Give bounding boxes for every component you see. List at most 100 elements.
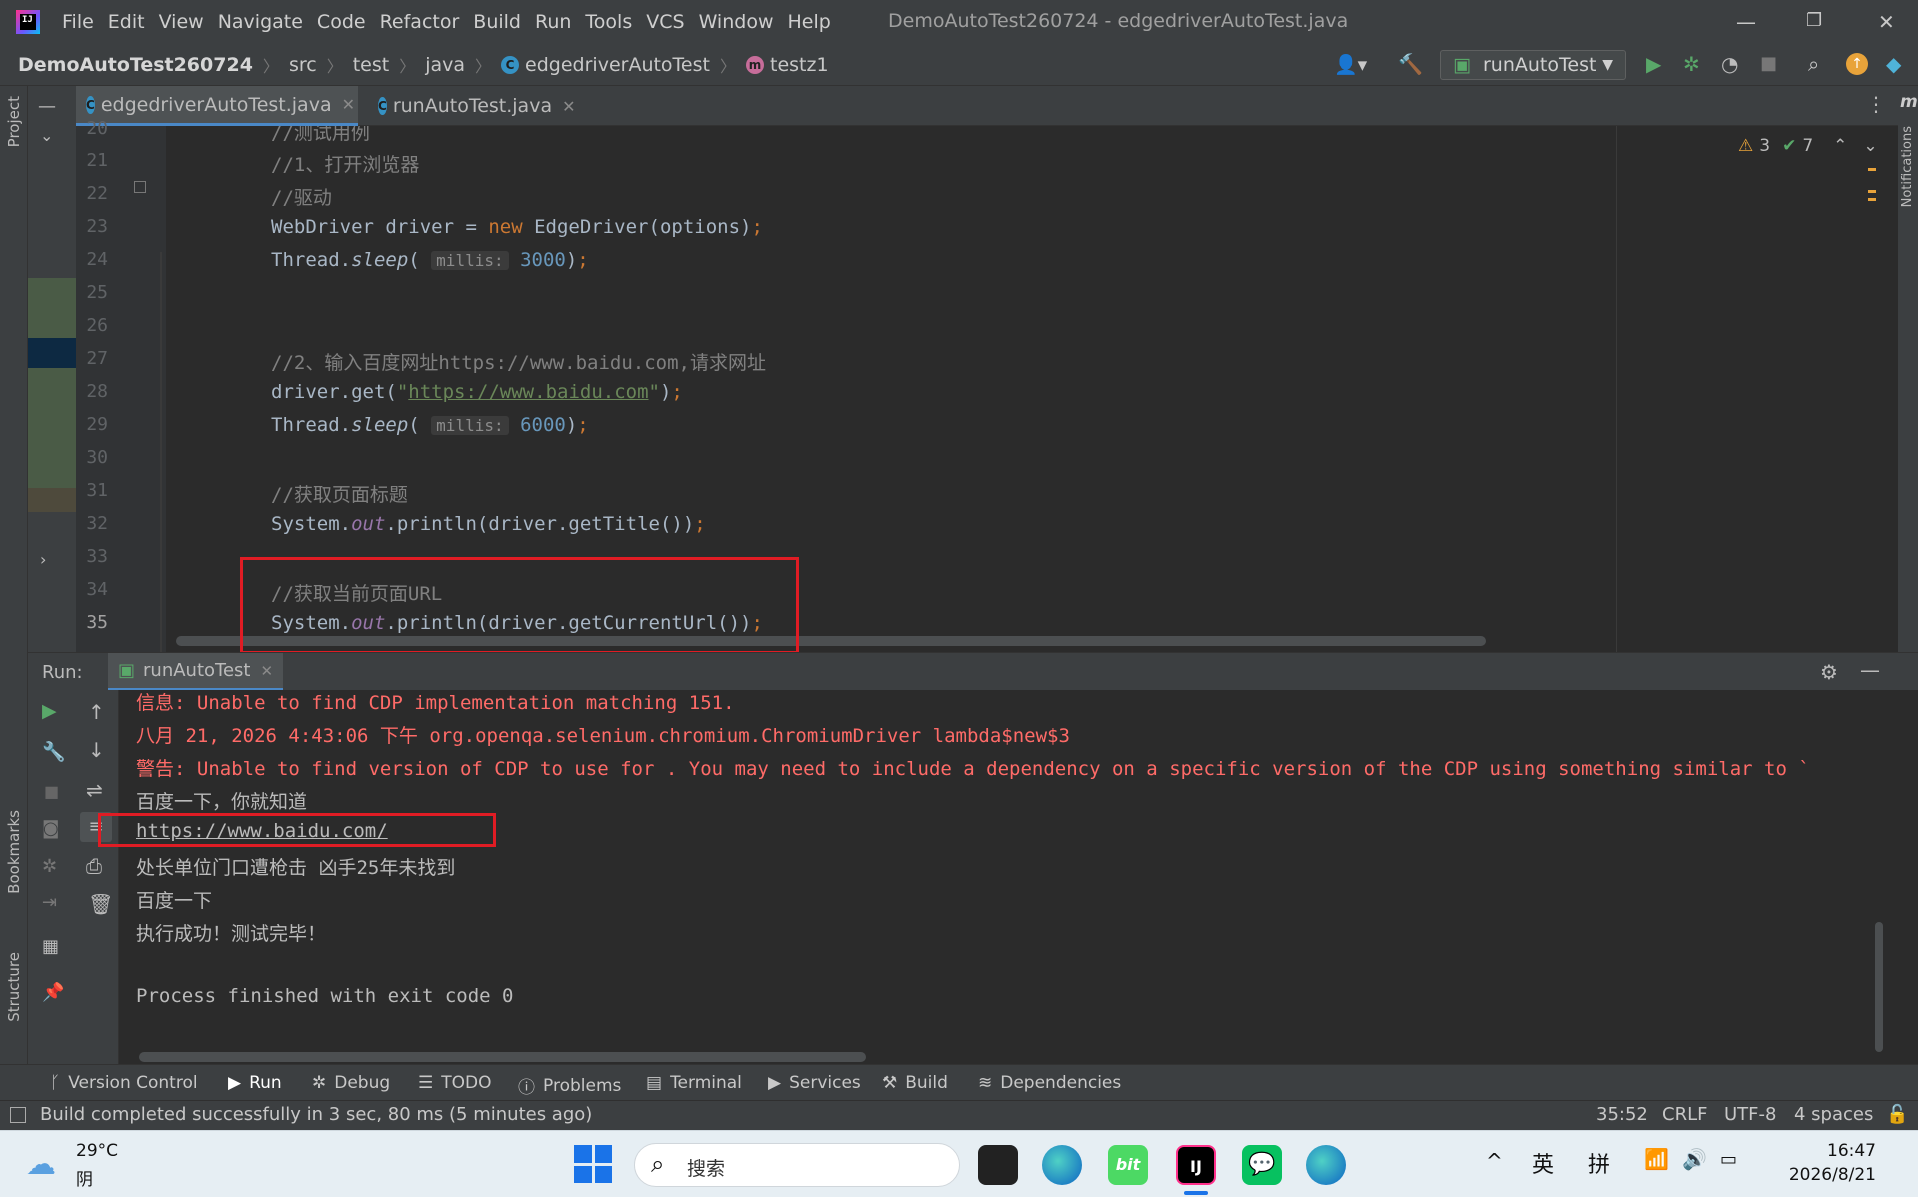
ime-mode[interactable]: 拼 <box>1588 1147 1610 1179</box>
plugin-icon[interactable]: ◆ <box>1886 52 1901 76</box>
taskbar-search[interactable]: ⌕ 搜索 <box>634 1143 960 1187</box>
tab-build[interactable]: ⚒ Build <box>882 1073 948 1093</box>
file-encoding[interactable]: UTF-8 <box>1724 1104 1776 1125</box>
rerun-icon[interactable]: ▶ <box>42 700 57 722</box>
pin-icon[interactable]: 📌 <box>42 982 64 1003</box>
tab-run-output[interactable]: ▣ runAutoTest ✕ <box>108 653 284 691</box>
wrench-icon[interactable]: 🔧 <box>42 740 66 763</box>
minimize-panel-icon[interactable]: — <box>38 96 56 117</box>
menu-item-run[interactable]: Run <box>535 11 571 33</box>
chevron-right-icon[interactable]: › <box>40 550 46 569</box>
vertical-scrollbar[interactable] <box>1875 922 1883 1052</box>
menu-item-refactor[interactable]: Refactor <box>380 11 460 33</box>
cloud-icon[interactable]: ☁ <box>26 1147 56 1182</box>
warning-marker[interactable] <box>1868 190 1876 193</box>
tab-problems[interactable]: ⓘ Problems <box>518 1073 621 1099</box>
stop-icon[interactable]: ■ <box>44 782 59 801</box>
chevron-down-icon[interactable]: ⌄ <box>1863 136 1876 156</box>
print-icon[interactable]: ⎙ <box>86 854 102 878</box>
menu-item-navigate[interactable]: Navigate <box>218 11 303 33</box>
breadcrumb-test[interactable]: test <box>353 54 390 76</box>
update-icon[interactable]: ↑ <box>1846 53 1868 75</box>
menu-item-vcs[interactable]: VCS <box>646 11 684 33</box>
caret-position[interactable]: 35:52 <box>1596 1104 1648 1125</box>
intellij-taskbar-icon[interactable]: IJ <box>1176 1145 1216 1185</box>
breadcrumb-project[interactable]: DemoAutoTest260724 <box>18 54 253 76</box>
lock-icon[interactable]: 🔓 <box>1886 1104 1908 1125</box>
panel-toggle-icon[interactable] <box>10 1107 26 1123</box>
build-hammer-icon[interactable]: 🔨 <box>1398 52 1423 76</box>
tab-edgedriverautotest[interactable]: C edgedriverAutoTest.java ✕ <box>76 86 358 126</box>
minimize-panel-icon[interactable]: — <box>1860 658 1880 682</box>
maven-icon[interactable]: m <box>1900 92 1918 112</box>
bit-app-icon[interactable]: bit <box>1108 1145 1148 1185</box>
menu-item-build[interactable]: Build <box>473 11 521 33</box>
clock-date[interactable]: 2026/8/21 <box>1768 1165 1876 1185</box>
weather-desc[interactable]: 阴 <box>76 1165 93 1190</box>
string-url[interactable]: https://www.baidu.com <box>408 381 648 403</box>
layout-icon[interactable]: ▦ <box>42 936 59 957</box>
edge-browser-icon[interactable] <box>1306 1145 1346 1185</box>
camera-icon[interactable]: ◙ <box>42 818 59 839</box>
chevron-down-icon[interactable]: ⌄ <box>40 126 53 145</box>
console-output[interactable]: 信息: Unable to find CDP implementation ma… <box>119 690 1899 1064</box>
menu-item-edit[interactable]: Edit <box>108 11 145 33</box>
breadcrumb-java[interactable]: java <box>425 54 465 76</box>
debug-icon[interactable]: ✲ <box>1683 52 1700 76</box>
tab-run[interactable]: ▶ Run <box>228 1073 282 1093</box>
weather-temp[interactable]: 29°C <box>76 1141 118 1161</box>
ime-language[interactable]: 英 <box>1532 1147 1554 1179</box>
tab-services[interactable]: ▶ Services <box>768 1073 861 1093</box>
coverage-icon[interactable]: ◔ <box>1721 52 1738 76</box>
breadcrumb-class[interactable]: edgedriverAutoTest <box>525 54 710 76</box>
arrow-up-icon[interactable]: ↑ <box>88 700 105 724</box>
user-icon[interactable]: 👤▾ <box>1334 53 1367 76</box>
indent-setting[interactable]: 4 spaces <box>1794 1104 1873 1125</box>
warning-marker[interactable] <box>1868 168 1876 171</box>
task-view-icon[interactable] <box>978 1145 1018 1185</box>
structure-tool-tab[interactable]: Structure <box>5 952 23 1022</box>
breadcrumb-src[interactable]: src <box>289 54 317 76</box>
menu-item-file[interactable]: File <box>62 11 94 33</box>
battery-icon[interactable]: ▭ <box>1720 1149 1737 1170</box>
menu-item-tools[interactable]: Tools <box>585 11 632 33</box>
run-icon[interactable]: ▶ <box>1646 52 1661 76</box>
soft-wrap-icon[interactable]: ⇌ <box>86 778 103 802</box>
run-configuration-select[interactable]: ▣ runAutoTest ▼ <box>1440 50 1626 80</box>
menu-item-window[interactable]: Window <box>699 11 774 33</box>
volume-icon[interactable]: 🔊 <box>1682 1147 1707 1171</box>
chevron-up-icon[interactable]: ^ <box>1486 1149 1503 1173</box>
bookmarks-tool-tab[interactable]: Bookmarks <box>5 810 23 894</box>
arrow-down-icon[interactable]: ↓ <box>88 738 105 762</box>
tab-debug[interactable]: ✲ Debug <box>312 1073 390 1093</box>
close-tab-icon[interactable]: ✕ <box>562 97 575 116</box>
wifi-icon[interactable]: 📶 <box>1644 1147 1669 1171</box>
close-icon[interactable]: ✕ <box>1878 10 1895 34</box>
notifications-tool-tab[interactable]: Notifications <box>1900 126 1915 207</box>
trash-icon[interactable]: 🗑 <box>88 892 113 916</box>
horizontal-scrollbar[interactable] <box>139 1052 866 1062</box>
wechat-icon[interactable]: 💬 <box>1242 1145 1282 1185</box>
settings-icon[interactable]: ✲ <box>42 856 57 877</box>
minimize-icon[interactable]: — <box>1736 10 1756 34</box>
tab-terminal[interactable]: ▤ Terminal <box>646 1073 742 1093</box>
tab-version-control[interactable]: ᚴ Version Control <box>50 1073 198 1093</box>
clock-time[interactable]: 16:47 <box>1806 1141 1876 1161</box>
intellij-logo-icon[interactable]: IJ <box>16 10 40 34</box>
tab-todo[interactable]: ☰ TODO <box>418 1073 492 1093</box>
close-tab-icon[interactable]: ✕ <box>342 95 355 114</box>
windows-start-icon[interactable] <box>574 1145 612 1183</box>
fold-marker-icon[interactable] <box>134 181 146 193</box>
restore-icon[interactable]: ❐ <box>1806 10 1822 31</box>
inspection-widget[interactable]: ⚠ 3 ✔ 7 ⌃ ⌄ <box>1738 136 1876 156</box>
breadcrumb-method[interactable]: testz1 <box>770 54 829 76</box>
chevron-up-icon[interactable]: ⌃ <box>1833 136 1847 156</box>
tab-runautotest[interactable]: C runAutoTest.java ✕ <box>368 86 576 126</box>
line-separator[interactable]: CRLF <box>1662 1104 1707 1125</box>
exit-icon[interactable]: ⇥ <box>42 892 57 913</box>
tab-dependencies[interactable]: ≋ Dependencies <box>978 1073 1121 1093</box>
more-options-icon[interactable]: ⋮ <box>1866 92 1886 116</box>
warning-marker[interactable] <box>1868 198 1876 201</box>
search-icon[interactable]: ⌕ <box>1808 52 1819 76</box>
menu-item-help[interactable]: Help <box>787 11 830 33</box>
